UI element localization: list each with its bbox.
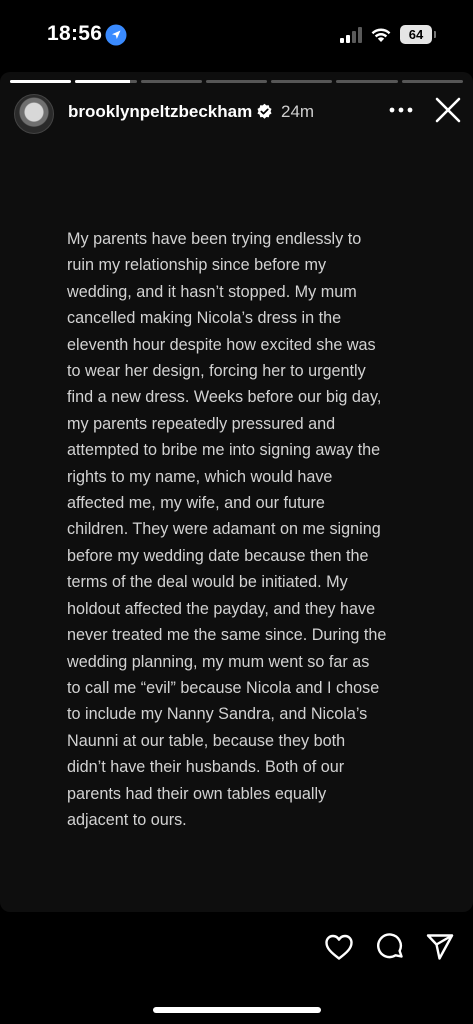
status-time: 18:56 — [47, 22, 103, 45]
story-progress-bar — [10, 80, 463, 83]
comment-icon[interactable] — [375, 932, 405, 962]
story-progress-segment — [401, 80, 463, 83]
status-bar: 18:56 64 — [0, 0, 473, 70]
verified-badge-icon — [257, 103, 272, 119]
send-icon[interactable] — [425, 932, 455, 962]
story-progress-segment — [140, 80, 202, 83]
instagram-story-screen: 18:56 64 brooklynpeltzbeckham 24m My par… — [0, 0, 473, 1024]
close-icon[interactable] — [434, 96, 462, 124]
story-progress-segment — [10, 80, 72, 83]
story-progress-segment — [336, 80, 398, 83]
signal-icon — [340, 27, 362, 43]
story-progress-segment — [205, 80, 268, 83]
location-arrow-icon — [105, 24, 127, 46]
wifi-icon — [371, 28, 391, 42]
story-username[interactable]: brooklynpeltzbeckham — [68, 102, 252, 122]
home-indicator[interactable] — [153, 1007, 321, 1013]
story-time-ago: 24m — [281, 102, 315, 121]
story-progress-fill — [75, 80, 131, 83]
heart-icon[interactable] — [324, 933, 354, 961]
battery-icon: 64 — [400, 25, 432, 44]
more-horizontal-icon[interactable] — [387, 100, 415, 120]
story-progress-segment — [271, 80, 333, 83]
story-card[interactable]: brooklynpeltzbeckham 24m My parents have… — [0, 72, 473, 912]
story-text: My parents have been trying endlessly to… — [67, 230, 387, 829]
story-progress-segment — [75, 80, 137, 83]
avatar[interactable] — [14, 94, 54, 134]
story-progress-fill — [10, 80, 72, 83]
battery-cap — [434, 31, 436, 38]
